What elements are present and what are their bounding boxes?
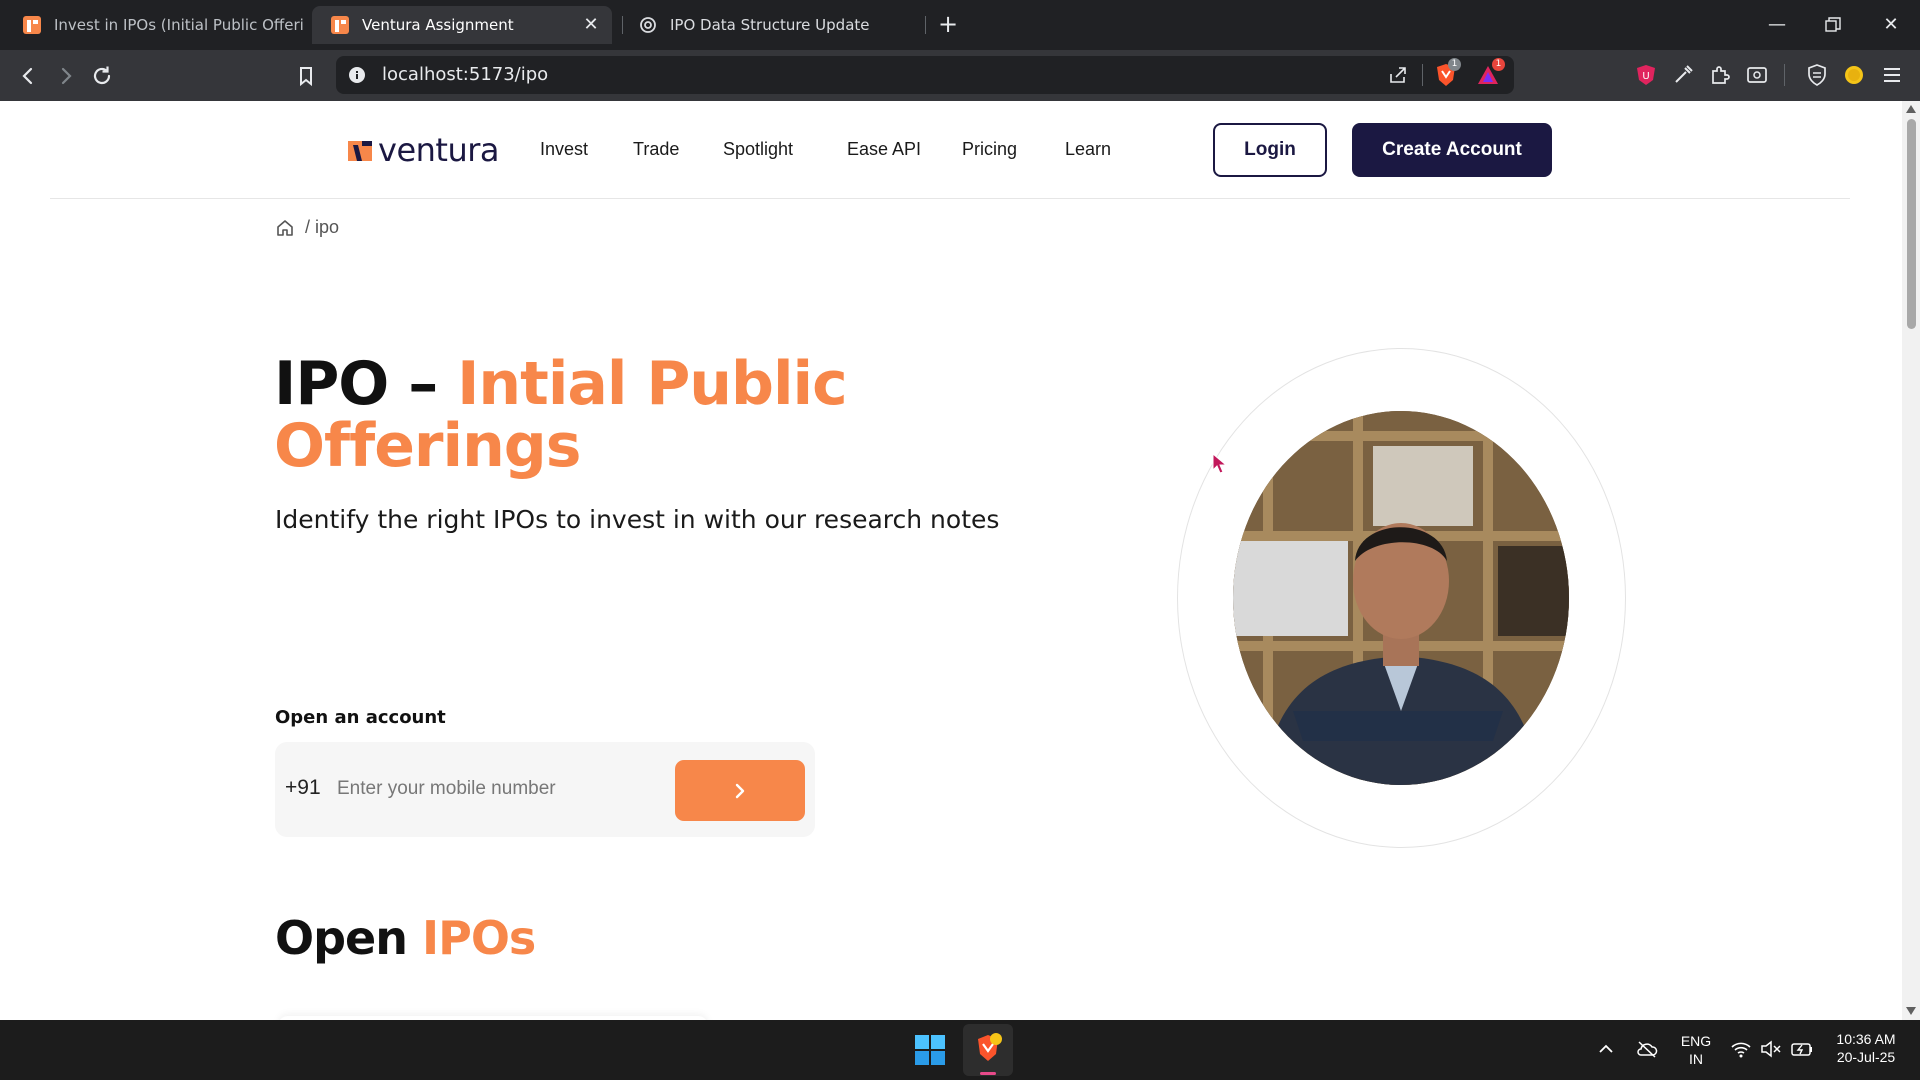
ublock-icon[interactable]: U	[1634, 63, 1658, 87]
battery-charging-icon[interactable]	[1790, 1040, 1814, 1058]
clock-time: 10:36 AM	[1836, 1031, 1896, 1047]
minimize-icon[interactable]: —	[1762, 12, 1792, 38]
nav-invest[interactable]: Invest	[540, 139, 588, 160]
brave-browser-icon	[978, 1033, 1002, 1061]
site-info-icon[interactable]	[348, 66, 366, 84]
url-text: localhost:5173/ipo	[382, 64, 549, 85]
breadcrumb-current: / ipo	[305, 217, 340, 237]
tab-ipo-data-structure[interactable]: IPO Data Structure Update	[620, 6, 920, 44]
login-button[interactable]: Login	[1213, 123, 1327, 177]
scroll-up-icon[interactable]	[1906, 105, 1916, 113]
share-icon[interactable]	[1388, 65, 1408, 85]
chevron-right-icon	[735, 783, 745, 798]
divider	[1422, 64, 1423, 86]
tab-divider	[622, 16, 623, 34]
vpn-shield-icon[interactable]	[1805, 63, 1829, 87]
clock-date: 20-Jul-25	[1836, 1049, 1896, 1065]
divider	[1784, 64, 1785, 86]
site-header: ventura Invest Trade Spotlight Ease API …	[50, 101, 1850, 199]
open-account-label: Open an account	[275, 707, 446, 728]
tray-overflow-chevron-icon[interactable]	[1598, 1042, 1614, 1056]
windows-start-icon[interactable]	[915, 1035, 945, 1065]
menu-icon[interactable]	[1880, 63, 1904, 87]
home-icon[interactable]	[275, 218, 295, 238]
nav-trade[interactable]: Trade	[633, 139, 679, 160]
mobile-signup-form: +91	[275, 742, 815, 837]
ventura-logo[interactable]: ventura	[348, 131, 500, 169]
nav-learn[interactable]: Learn	[1065, 139, 1111, 160]
page-title: IPO – Intial Public Offerings	[274, 353, 894, 477]
cloud-offline-icon[interactable]	[1636, 1040, 1658, 1058]
svg-text:U: U	[1642, 71, 1649, 82]
address-bar[interactable]: localhost:5173/ipo 1 1	[336, 56, 1514, 94]
web-page: ventura Invest Trade Spotlight Ease API …	[0, 101, 1902, 1020]
color-picker-icon[interactable]	[1671, 63, 1695, 87]
tab-invest-in-ipos[interactable]: Invest in IPOs (Initial Public Offering)	[4, 6, 304, 44]
tab-divider	[925, 16, 926, 34]
taskbar-brave-button[interactable]	[963, 1024, 1013, 1076]
ventura-favicon-icon	[331, 16, 349, 34]
mouse-cursor-icon	[1212, 453, 1228, 474]
close-window-icon[interactable]: ✕	[1876, 12, 1906, 38]
tab-title: IPO Data Structure Update	[670, 16, 870, 34]
forward-icon[interactable]	[52, 62, 80, 90]
hero-portrait-image	[1233, 411, 1569, 785]
ventura-logo-icon	[348, 141, 372, 161]
section-title-accent: IPOs	[422, 911, 536, 965]
windows-taskbar: ENG IN 10:36 AM 20-Jul-25	[0, 1020, 1920, 1080]
shield-count-badge: 1	[1448, 58, 1461, 71]
scrollbar-thumb[interactable]	[1907, 119, 1916, 329]
wifi-icon[interactable]	[1730, 1040, 1752, 1058]
scroll-down-icon[interactable]	[1906, 1007, 1916, 1015]
ventura-favicon-icon	[23, 16, 41, 34]
restore-icon[interactable]	[1818, 12, 1848, 38]
section-title-plain: Open	[275, 911, 422, 965]
breadcrumb: / ipo	[275, 217, 339, 238]
language-primary: ENG	[1680, 1033, 1712, 1049]
create-account-button[interactable]: Create Account	[1352, 123, 1552, 177]
close-tab-icon[interactable]: ✕	[580, 14, 602, 36]
tab-ventura-assignment[interactable]: Ventura Assignment ✕	[312, 6, 612, 44]
active-app-indicator	[980, 1072, 996, 1075]
reload-icon[interactable]	[88, 62, 116, 90]
browser-toolbar: localhost:5173/ipo 1 1 U	[0, 50, 1920, 101]
extensions-puzzle-icon[interactable]	[1708, 63, 1732, 87]
language-indicator[interactable]: ENG IN	[1678, 1032, 1714, 1068]
tab-title: Invest in IPOs (Initial Public Offering)	[54, 16, 304, 34]
nav-spotlight[interactable]: Spotlight	[723, 139, 793, 160]
clock[interactable]: 10:36 AM 20-Jul-25	[1826, 1030, 1906, 1066]
hero-subtitle: Identify the right IPOs to invest in wit…	[275, 505, 1000, 534]
wallet-coin-icon[interactable]	[1842, 63, 1866, 87]
nav-pricing[interactable]: Pricing	[962, 139, 1017, 160]
volume-muted-icon[interactable]	[1760, 1040, 1782, 1058]
mobile-number-input[interactable]	[337, 772, 657, 806]
nav-ease-api[interactable]: Ease API	[847, 139, 921, 160]
title-plain: IPO –	[274, 349, 458, 419]
country-code: +91	[285, 776, 321, 799]
page-scrollbar[interactable]	[1902, 101, 1920, 1020]
bookmark-icon[interactable]	[292, 62, 320, 90]
back-icon[interactable]	[14, 62, 42, 90]
language-secondary: IN	[1689, 1051, 1703, 1067]
submit-mobile-button[interactable]	[675, 760, 805, 821]
logo-text: ventura	[378, 131, 500, 169]
browser-tab-bar: Invest in IPOs (Initial Public Offering)…	[0, 0, 1920, 50]
open-ipos-heading: Open IPOs	[275, 911, 536, 965]
new-tab-icon[interactable]: +	[935, 12, 961, 38]
rewards-count-badge: 1	[1492, 58, 1505, 71]
chatgpt-favicon-icon	[640, 17, 656, 33]
tab-title: Ventura Assignment	[362, 16, 514, 34]
reader-mode-icon[interactable]	[1745, 63, 1769, 87]
